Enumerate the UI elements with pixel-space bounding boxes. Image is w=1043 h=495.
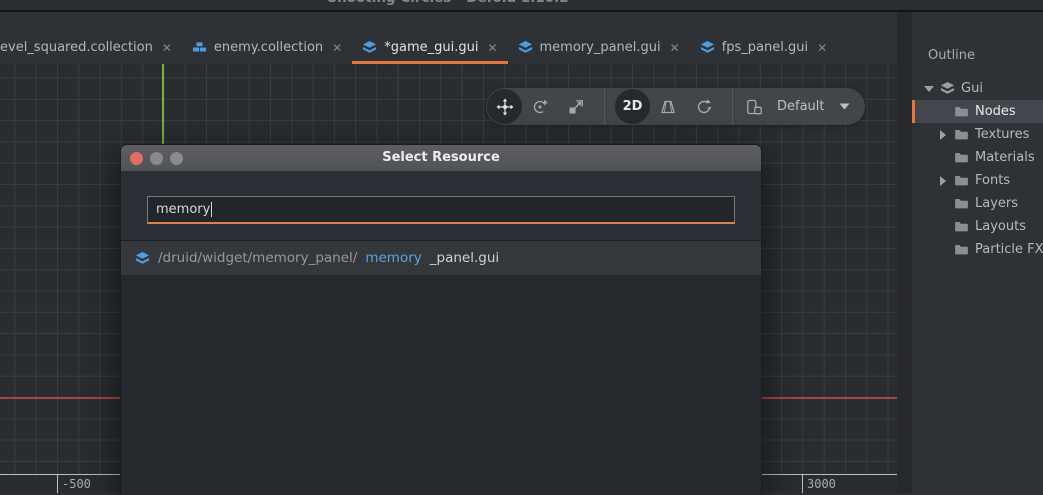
tab-label: evel_squared.collection — [0, 40, 153, 55]
toolbar-divider — [732, 88, 733, 125]
move-tool-button[interactable] — [487, 89, 522, 124]
close-icon[interactable]: ✕ — [160, 41, 172, 55]
tab-label: *game_gui.gui — [384, 40, 478, 55]
outline-item-particle-fx[interactable]: Particle FX — [912, 238, 1043, 261]
search-input-value: memory — [156, 202, 210, 217]
folder-icon — [954, 150, 969, 165]
result-path-prefix: /druid/widget/memory_panel/ — [158, 250, 357, 266]
scale-icon — [567, 98, 585, 116]
expander-right-icon[interactable] — [938, 130, 948, 140]
tab-game-gui[interactable]: *game_gui.gui ✕ — [352, 34, 507, 64]
frustum-icon — [659, 98, 677, 116]
folder-icon — [954, 104, 969, 119]
layout-selector-value: Default — [773, 99, 829, 114]
traffic-lights — [130, 152, 183, 165]
ruler-tick — [57, 475, 58, 493]
tab-label: fps_panel.gui — [722, 40, 808, 55]
toolbar-divider — [604, 88, 605, 125]
resource-result-row[interactable]: /druid/widget/memory_panel/memory _panel.… — [121, 241, 761, 275]
defold-window: Shooting Circles - Defold 1.10.2 evel_sq… — [0, 0, 1043, 495]
gui-icon — [700, 40, 715, 55]
panel-divider — [897, 12, 912, 493]
rotate-tool-button[interactable] — [526, 93, 554, 121]
expander-placeholder — [938, 245, 948, 255]
resource-search-input[interactable]: memory — [147, 196, 735, 224]
text-cursor — [211, 202, 212, 217]
select-resource-dialog: Select Resource memory /druid/widget/mem… — [120, 144, 762, 495]
2d-mode-button[interactable]: 2D — [615, 89, 650, 124]
outline-item-label: Gui — [961, 81, 983, 96]
close-icon[interactable]: ✕ — [330, 41, 342, 55]
outline-item-materials[interactable]: Materials — [912, 146, 1043, 169]
expander-placeholder — [938, 153, 948, 163]
window-title: Shooting Circles - Defold 1.10.2 — [327, 0, 568, 7]
gui-icon — [135, 251, 150, 266]
folder-icon — [954, 219, 969, 234]
outline-item-layers[interactable]: Layers — [912, 192, 1043, 215]
gui-icon — [940, 81, 955, 96]
outline-item-label: Textures — [975, 127, 1029, 142]
expander-placeholder — [938, 107, 948, 117]
outline-item-label: Nodes — [975, 104, 1016, 119]
window-titlebar: Shooting Circles - Defold 1.10.2 — [0, 0, 1043, 12]
outline-panel: Outline Gui Nodes Textures Materials — [912, 12, 1043, 493]
tab-label: memory_panel.gui — [540, 40, 661, 55]
realign-camera-button[interactable] — [690, 93, 718, 121]
tab-enemy-collection[interactable]: enemy.collection ✕ — [182, 34, 352, 64]
expander-placeholder — [938, 222, 948, 232]
collection-icon — [192, 40, 207, 55]
dialog-titlebar[interactable]: Select Resource — [121, 145, 761, 171]
tab-label: enemy.collection — [214, 40, 323, 55]
close-icon[interactable]: ✕ — [668, 41, 680, 55]
dialog-search-section: memory — [121, 171, 761, 241]
move-icon — [496, 98, 514, 116]
expander-right-icon[interactable] — [938, 176, 948, 186]
ruler-tick — [802, 475, 803, 493]
dialog-title: Select Resource — [121, 145, 761, 171]
outline-item-nodes[interactable]: Nodes — [912, 100, 1043, 123]
dialog-results-list: /druid/widget/memory_panel/memory _panel.… — [121, 241, 761, 495]
expander-placeholder — [938, 199, 948, 209]
ruler-label: -500 — [62, 477, 91, 491]
layout-dropdown[interactable]: Default — [743, 88, 865, 125]
device-layout-icon — [745, 98, 763, 116]
outline-item-label: Layouts — [975, 219, 1026, 234]
outline-item-label: Materials — [975, 150, 1035, 165]
result-path-match: memory — [365, 250, 421, 266]
tab-memory-panel-gui[interactable]: memory_panel.gui ✕ — [508, 34, 690, 64]
close-icon[interactable]: ✕ — [485, 41, 497, 55]
editor-tab-bar: evel_squared.collection ✕ enemy.collecti… — [0, 12, 897, 64]
close-icon[interactable]: ✕ — [815, 41, 827, 55]
outline-item-fonts[interactable]: Fonts — [912, 169, 1043, 192]
refresh-icon — [695, 98, 713, 116]
ruler-label: 3000 — [807, 477, 836, 491]
gui-icon — [518, 40, 533, 55]
outline-header: Outline — [912, 44, 1043, 67]
outline-item-label: Layers — [975, 196, 1018, 211]
dialog-zoom-button[interactable] — [170, 152, 183, 165]
outline-item-layouts[interactable]: Layouts — [912, 215, 1043, 238]
result-path-suffix: _panel.gui — [430, 250, 499, 266]
dialog-minimize-button[interactable] — [150, 152, 163, 165]
outline-item-label: Particle FX — [975, 242, 1043, 257]
perspective-camera-button[interactable] — [654, 93, 682, 121]
2d-mode-label: 2D — [623, 99, 643, 114]
outline-item-gui[interactable]: Gui — [912, 77, 1043, 100]
gui-icon — [362, 40, 377, 55]
folder-icon — [954, 173, 969, 188]
chevron-down-icon — [839, 103, 850, 110]
dialog-close-button[interactable] — [130, 152, 143, 165]
outline-item-textures[interactable]: Textures — [912, 123, 1043, 146]
outline-item-label: Fonts — [975, 173, 1010, 188]
folder-icon — [954, 127, 969, 142]
tab-fps-panel-gui[interactable]: fps_panel.gui ✕ — [690, 34, 837, 64]
scale-tool-button[interactable] — [562, 93, 590, 121]
expander-down-icon[interactable] — [924, 84, 934, 94]
rotate-icon — [531, 98, 549, 116]
canvas-toolbar: 2D — [486, 88, 865, 125]
folder-icon — [954, 242, 969, 257]
folder-icon — [954, 196, 969, 211]
tab-level-squared-collection[interactable]: evel_squared.collection ✕ — [0, 34, 182, 64]
